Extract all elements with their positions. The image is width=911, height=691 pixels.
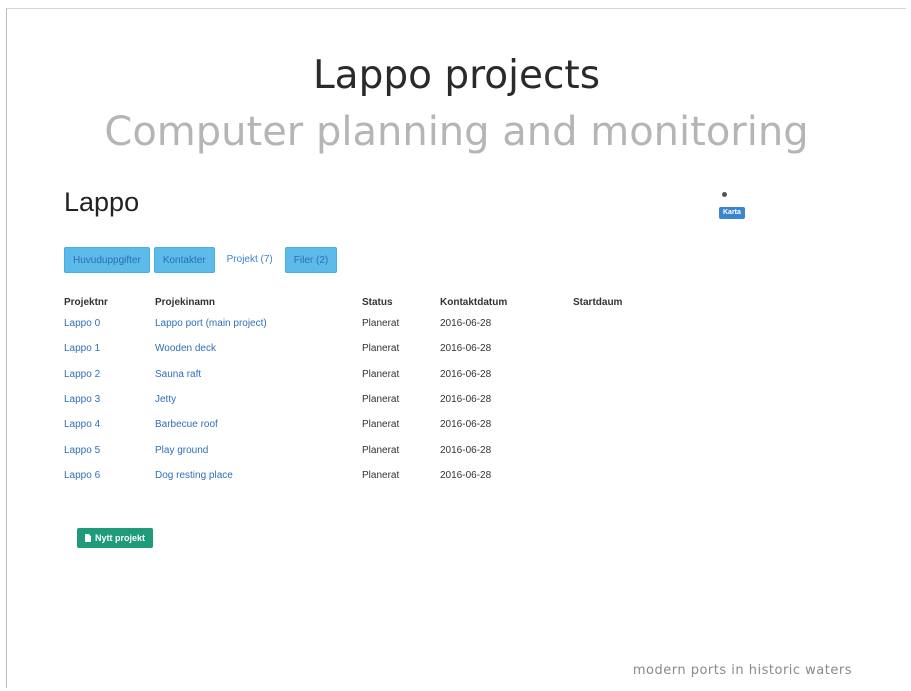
tab-huvuduppgifter[interactable]: Huvuduppgifter [64, 247, 150, 273]
project-name-link[interactable]: Jetty [155, 387, 362, 412]
column-header-kontaktdatum: Kontaktdatum [440, 296, 508, 308]
project-status: Planerat [362, 394, 400, 406]
table-row: Lappo 1 Wooden deck Planerat 2016-06-28 [64, 336, 673, 361]
column-header-projektnr: Projektnr [64, 296, 108, 308]
tab-filer[interactable]: Filer (2) [284, 247, 338, 273]
tab-bar: Huvuduppgifter Kontakter Projekt (7) Fil… [64, 247, 338, 273]
slide: Lappo projects Computer planning and mon… [6, 8, 906, 688]
tab-kontakter[interactable]: Kontakter [153, 247, 215, 273]
project-contact-date: 2016-06-28 [440, 419, 492, 431]
slide-footer: modern ports in historic waters [632, 663, 852, 678]
project-start-date [573, 463, 673, 488]
project-name-link[interactable]: Play ground [155, 437, 362, 462]
document-icon [85, 534, 91, 542]
slide-title: Lappo projects [312, 53, 601, 98]
project-start-date [573, 362, 673, 387]
project-start-date [573, 387, 673, 412]
table-row: Lappo 2 Sauna raft Planerat 2016-06-28 [64, 362, 673, 387]
column-header-status: Status [362, 296, 393, 308]
project-contact-date: 2016-06-28 [440, 444, 492, 456]
projects-table: Projektnr Projekinamn Status Kontaktdatu… [64, 293, 673, 488]
map-button[interactable]: Karta [719, 207, 745, 219]
project-contact-date: 2016-06-28 [440, 394, 492, 406]
project-start-date [573, 437, 673, 462]
project-contact-date: 2016-06-28 [440, 368, 492, 380]
project-name-link[interactable]: Sauna raft [155, 362, 362, 387]
project-status: Planerat [362, 368, 400, 380]
new-project-button[interactable]: Nytt projekt [77, 528, 154, 548]
project-contact-date: 2016-06-28 [440, 469, 492, 481]
page-title: Lappo [64, 187, 140, 217]
tab-projekt[interactable]: Projekt (7) [219, 247, 281, 273]
project-status: Planerat [362, 419, 400, 431]
table-row: Lappo 0 Lappo port (main project) Planer… [64, 311, 673, 336]
new-project-label: Nytt projekt [95, 533, 146, 543]
project-contact-date: 2016-06-28 [440, 318, 492, 330]
project-status: Planerat [362, 444, 400, 456]
project-number-link[interactable]: Lappo 1 [64, 336, 155, 361]
project-name-link[interactable]: Dog resting place [155, 463, 362, 488]
slide-subtitle: Computer planning and monitoring [104, 109, 809, 155]
table-row: Lappo 5 Play ground Planerat 2016-06-28 [64, 437, 673, 462]
project-name-link[interactable]: Wooden deck [155, 336, 362, 361]
project-contact-date: 2016-06-28 [440, 343, 492, 355]
table-row: Lappo 3 Jetty Planerat 2016-06-28 [64, 387, 673, 412]
table-header-row: Projektnr Projekinamn Status Kontaktdatu… [64, 293, 673, 311]
project-start-date [573, 336, 673, 361]
project-status: Planerat [362, 318, 400, 330]
map-pin-icon [722, 192, 727, 197]
project-number-link[interactable]: Lappo 2 [64, 362, 155, 387]
project-name-link[interactable]: Lappo port (main project) [155, 311, 362, 336]
project-number-link[interactable]: Lappo 4 [64, 412, 155, 437]
project-number-link[interactable]: Lappo 3 [64, 387, 155, 412]
project-status: Planerat [362, 469, 400, 481]
project-number-link[interactable]: Lappo 5 [64, 437, 155, 462]
project-start-date [573, 412, 673, 437]
project-name-link[interactable]: Barbecue roof [155, 412, 362, 437]
column-header-startdatum: Startdaum [573, 296, 623, 308]
table-row: Lappo 6 Dog resting place Planerat 2016-… [64, 463, 673, 488]
project-status: Planerat [362, 343, 400, 355]
project-start-date [573, 311, 673, 336]
project-number-link[interactable]: Lappo 0 [64, 311, 155, 336]
column-header-projektnamn: Projekinamn [155, 296, 216, 308]
project-number-link[interactable]: Lappo 6 [64, 463, 155, 488]
table-row: Lappo 4 Barbecue roof Planerat 2016-06-2… [64, 412, 673, 437]
